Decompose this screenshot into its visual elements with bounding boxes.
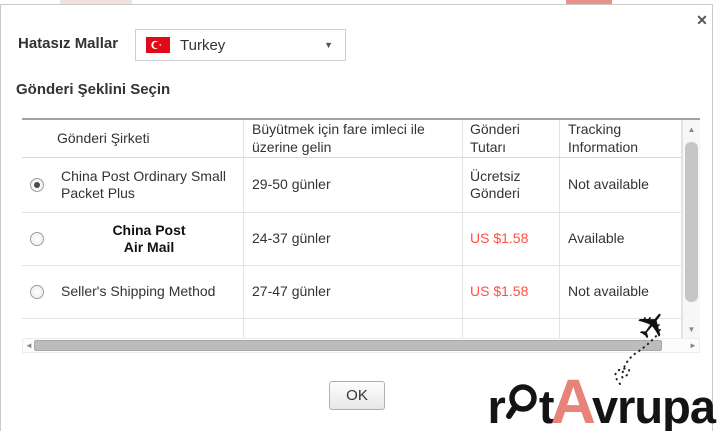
magnifier-icon [506,383,538,425]
col-header-tracking: Tracking Information [560,120,682,157]
delivery-time: 27-47 günler [252,283,331,301]
shipping-method-radio[interactable] [30,285,44,299]
scroll-right-icon[interactable]: ► [687,339,699,352]
country-dropdown[interactable]: Turkey ▼ [135,29,346,61]
logo-letter-accent: A [551,378,596,427]
vertical-scrollbar[interactable]: ▲ ▼ [682,120,700,338]
logo-letters: vrupa [592,388,715,427]
tracking-info: Not available [568,283,649,301]
turkey-flag-icon [146,37,170,53]
chevron-down-icon: ▼ [324,40,333,50]
col-header-delivery: Büyütmek için fare imleci ile üzerine ge… [244,120,463,157]
tracking-info: Available [568,230,625,248]
horizontal-scrollbar-thumb[interactable] [34,340,662,351]
ship-to-label: Hatasız Mallar [18,35,118,52]
tracking-info: Not available [568,176,649,194]
table-row[interactable]: Packet 30-49 günler US $4.53 Not availab… [22,319,682,338]
screenshot-stage: ✕ Hatasız Mallar Turkey ▼ Gönderi Şeklin… [0,0,720,431]
shipping-cost: US $1.58 [470,230,528,248]
col-header-cost: Gönderi Tutarı [463,120,560,157]
close-icon[interactable]: ✕ [692,10,712,30]
shipping-cost: US $1.58 [470,283,528,301]
table-header-row: Gönderi Şirketi Büyütmek için fare imlec… [22,120,682,158]
country-dropdown-value: Turkey [180,37,225,54]
shipping-company-name: China Post Ordinary Small Packet Plus [61,168,237,203]
shipping-company-name: Seller's Shipping Method [61,283,237,301]
logo-letter: r [488,388,505,427]
table-row[interactable]: Seller's Shipping Method 27-47 günler US… [22,266,682,319]
shipping-method-radio[interactable] [30,232,44,246]
vertical-scrollbar-thumb[interactable] [685,142,698,302]
page-title: Gönderi Şeklini Seçin [16,81,170,98]
scroll-up-icon[interactable]: ▲ [683,122,700,138]
delivery-time: 29-50 günler [252,176,331,194]
delivery-time: 24-37 günler [252,230,331,248]
table-row[interactable]: China PostAir Mail 24-37 günler US $1.58… [22,213,682,266]
shipping-method-radio[interactable] [30,178,44,192]
table-body: China Post Ordinary Small Packet Plus 29… [22,158,700,338]
shipping-cost: Ücretsiz Gönderi [470,168,553,203]
shipping-methods-table: Gönderi Şirketi Büyütmek için fare imlec… [22,118,700,338]
scroll-down-icon[interactable]: ▼ [683,322,700,338]
ok-button[interactable]: OK [329,381,385,410]
col-header-company: Gönderi Şirketi [22,120,244,157]
table-row[interactable]: China Post Ordinary Small Packet Plus 29… [22,158,682,213]
shipping-company-name: China PostAir Mail [61,222,237,257]
